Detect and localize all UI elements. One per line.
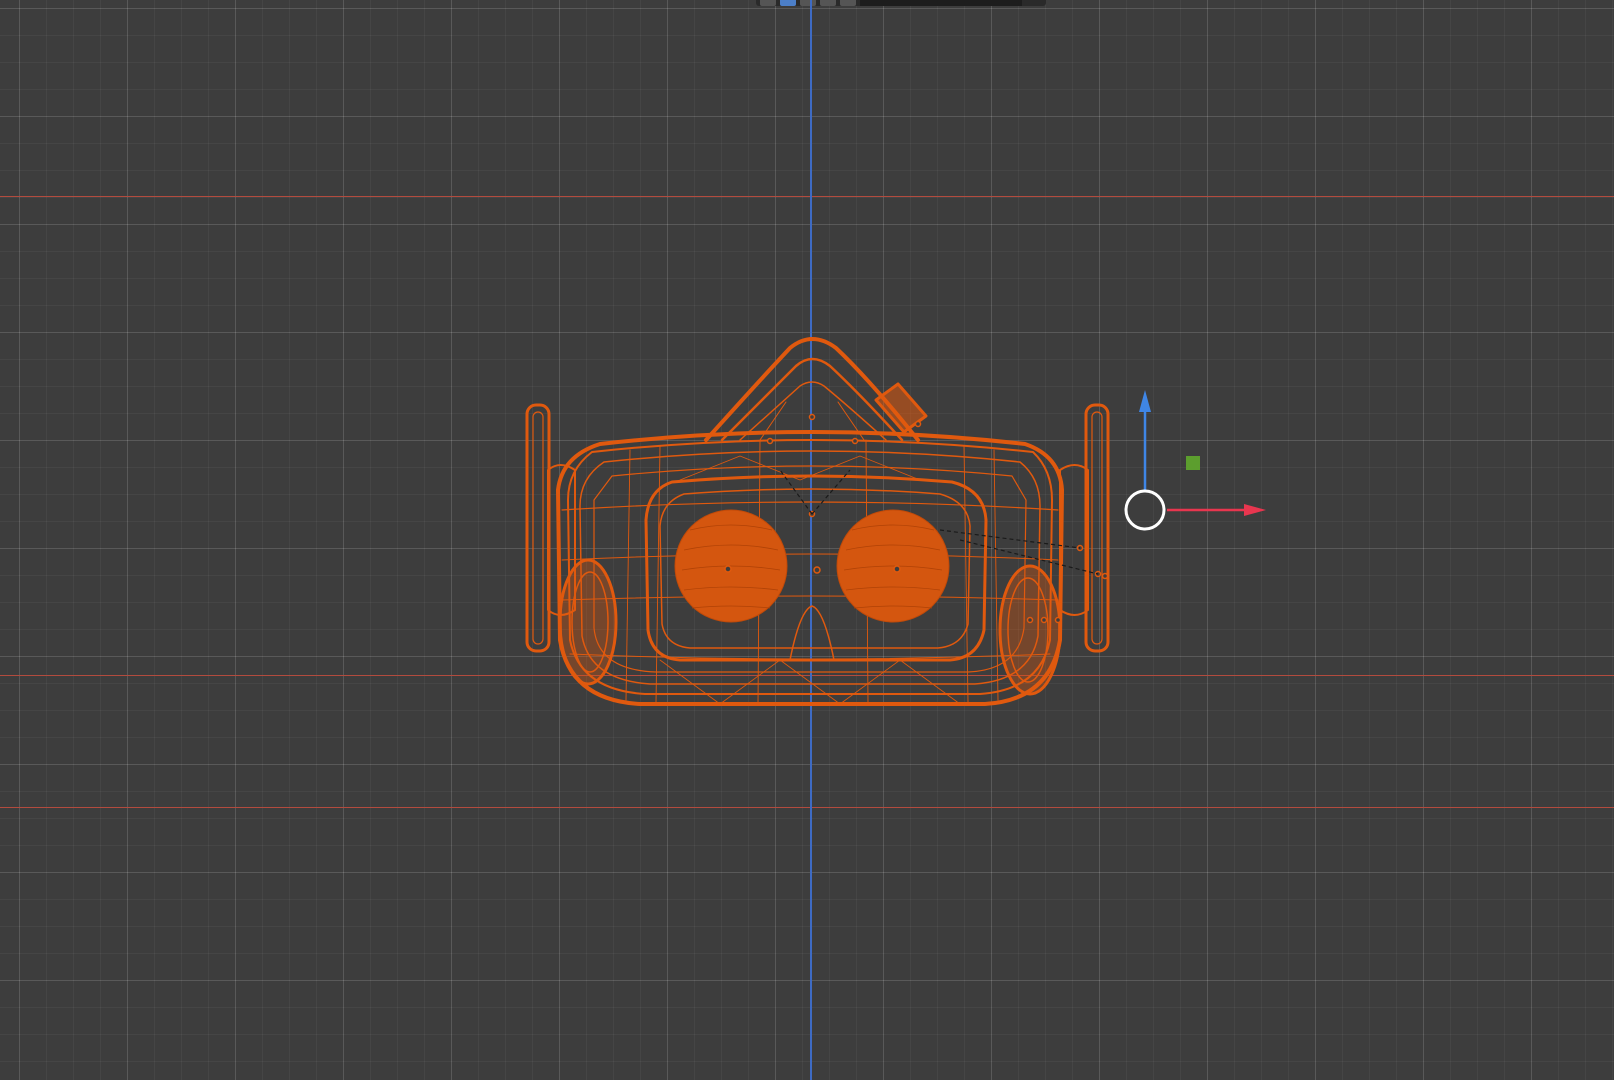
y-axis-plane-handle[interactable] [1186,456,1200,470]
z-axis-arrow-icon[interactable] [1139,390,1151,412]
gizmo-origin-circle[interactable] [1124,489,1166,531]
transform-gizmo[interactable] [0,0,1614,1080]
x-axis-arrow-icon[interactable] [1244,504,1266,516]
3d-viewport[interactable] [0,0,1614,1080]
